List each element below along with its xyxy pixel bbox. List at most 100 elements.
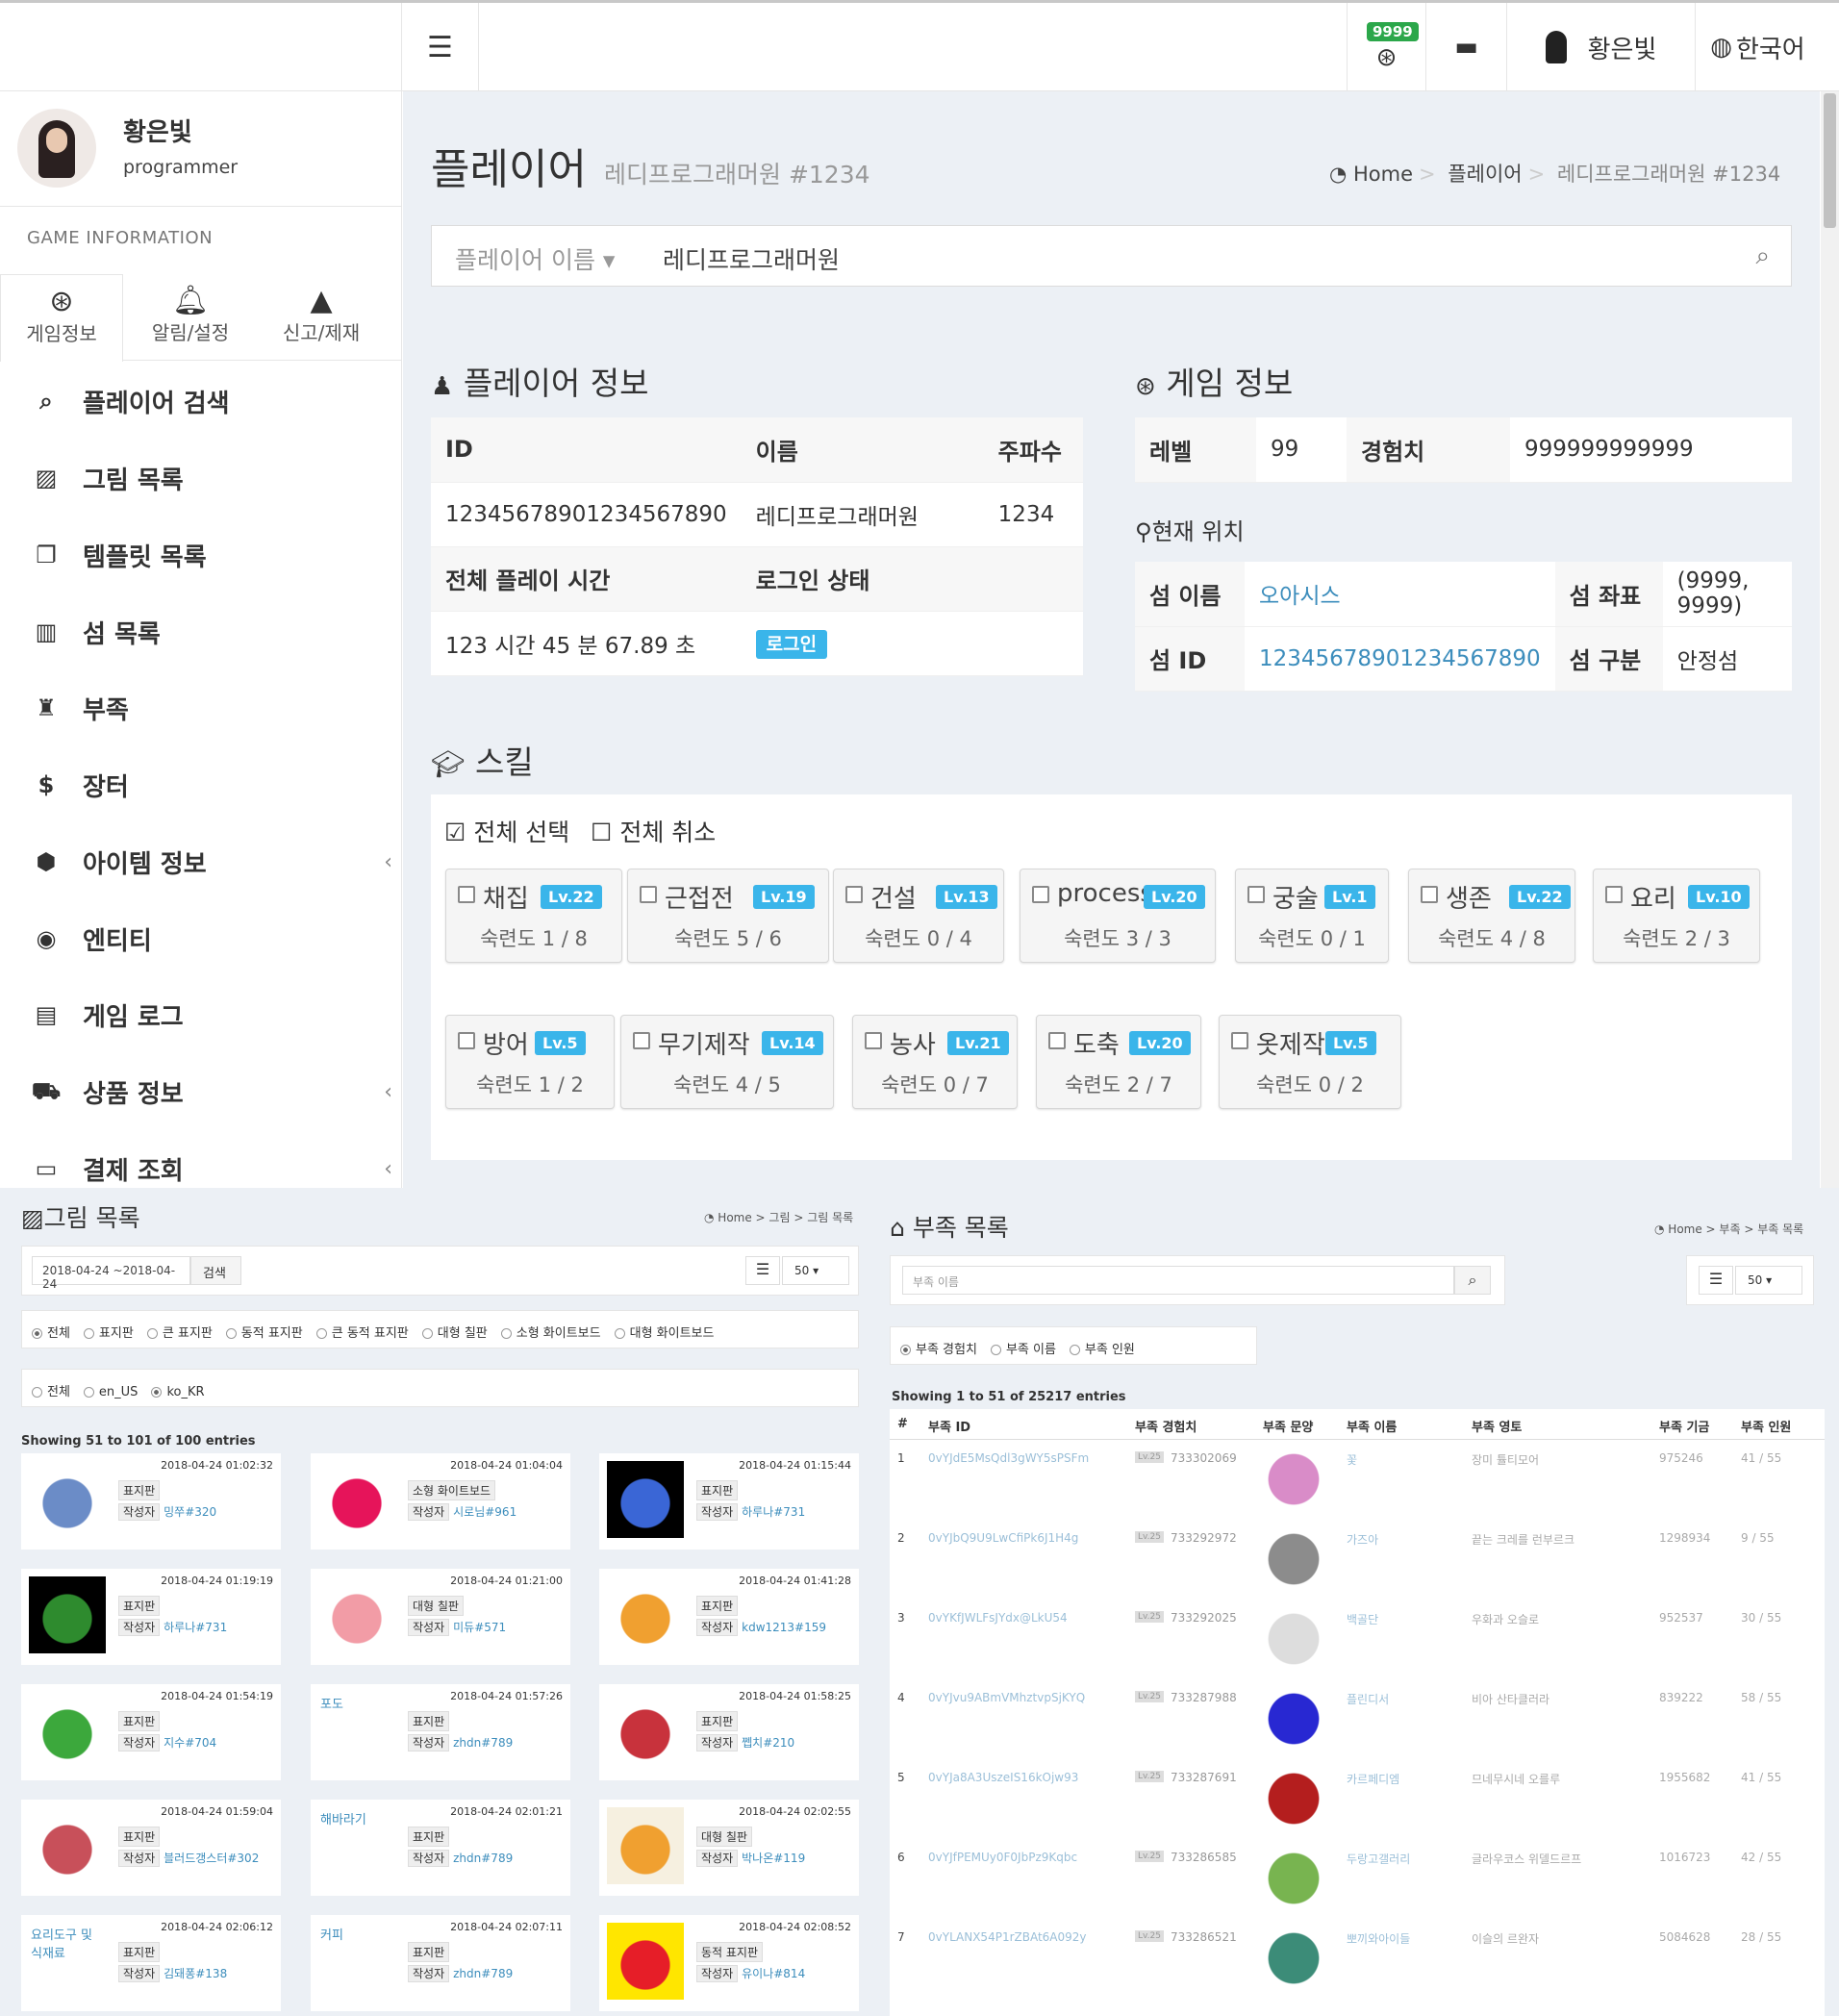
- tribe-name-link[interactable]: 두랑고갤러리: [1347, 1851, 1410, 1867]
- radio-button[interactable]: [83, 1387, 94, 1398]
- tribe-name-link[interactable]: 꽃: [1347, 1451, 1357, 1468]
- tribe-id-link[interactable]: 0vYJvu9ABmVMhztvpSjKYQ: [928, 1691, 1085, 1704]
- skill-checkbox[interactable]: [865, 1032, 882, 1049]
- drawing-title[interactable]: 요리도구 및 식재료: [31, 1925, 108, 1961]
- skill-card-8[interactable]: 무기제작 Lv.14 숙련도 4 / 5: [620, 1015, 834, 1109]
- radio-option[interactable]: 부족 이름: [983, 1343, 1056, 1357]
- list-view-icon[interactable]: ☰: [745, 1256, 780, 1285]
- tribe-col-header[interactable]: 부족 문양: [1263, 1417, 1313, 1435]
- tribe-id-link[interactable]: 0vYJdE5MsQdl3gWY5sPSFm: [928, 1451, 1089, 1465]
- select-all-button[interactable]: ☑ 전체 선택: [444, 814, 569, 848]
- skill-card-7[interactable]: 방어 Lv.5 숙련도 1 / 2: [445, 1015, 615, 1109]
- scrollbar-thumb[interactable]: [1824, 93, 1836, 228]
- drawing-card[interactable]: 커피 2018-04-24 02:07:11 표지판 작성자 zhdn#789: [311, 1915, 570, 2011]
- drawing-author-link[interactable]: 지수#704: [164, 1736, 216, 1750]
- search-icon[interactable]: ⌕: [1755, 241, 1770, 271]
- tribe-name-link[interactable]: 카르페디엠: [1347, 1771, 1399, 1787]
- date-range-input[interactable]: 2018-04-24 ~2018-04-24: [32, 1256, 190, 1291]
- search-input[interactable]: 레디프로그래머원: [663, 241, 840, 276]
- tribe-name-link[interactable]: 플린디서: [1347, 1691, 1389, 1707]
- page-size-select[interactable]: 50 ▾: [782, 1256, 849, 1285]
- drawing-card[interactable]: 해바라기 2018-04-24 02:01:21 표지판 작성자 zhdn#789: [311, 1800, 570, 1896]
- drawing-card[interactable]: 2018-04-24 01:04:04 소형 화이트보드 작성자 시로님#961: [311, 1453, 570, 1550]
- drawing-thumbnail[interactable]: [318, 1461, 395, 1538]
- radio-option[interactable]: ko_KR: [143, 1385, 205, 1399]
- radio-button[interactable]: [32, 1328, 42, 1339]
- skill-checkbox[interactable]: [1421, 886, 1438, 903]
- sidebar-item-drawings[interactable]: ▨ 그림 목록: [0, 440, 402, 517]
- tribe-col-header[interactable]: #: [897, 1417, 908, 1431]
- drawing-author-link[interactable]: 쩹치#210: [742, 1736, 794, 1750]
- sidebar-item-entities[interactable]: ◉ 엔티티: [0, 900, 402, 977]
- tribe-col-header[interactable]: 부족 이름: [1347, 1417, 1397, 1435]
- drawing-author-link[interactable]: zhdn#789: [453, 1852, 513, 1865]
- island-id-link[interactable]: 12345678901234567890: [1259, 646, 1541, 671]
- tribe-row[interactable]: 4 0vYJvu9ABmVMhztvpSjKYQ Lv.25 733287988 플린디…: [890, 1679, 1823, 1758]
- drawing-thumbnail[interactable]: [607, 1923, 684, 2000]
- tribe-col-header[interactable]: 부족 ID: [928, 1417, 970, 1435]
- radio-button[interactable]: [32, 1387, 42, 1398]
- radio-button[interactable]: [151, 1387, 163, 1398]
- drawing-card[interactable]: 2018-04-24 02:08:52 동적 표지판 작성자 유이나#814: [599, 1915, 859, 2011]
- radio-option[interactable]: 동적 표지판: [218, 1326, 303, 1341]
- tribe-row[interactable]: 2 0vYJbQ9U9LwCfiPk6J1H4g Lv.25 733292972 가즈아…: [890, 1520, 1823, 1599]
- drawing-thumbnail[interactable]: [29, 1461, 106, 1538]
- skill-card-10[interactable]: 도축 Lv.20 숙련도 2 / 7: [1036, 1015, 1201, 1109]
- tribe-name-link[interactable]: 백골단: [1347, 1611, 1378, 1627]
- skill-checkbox[interactable]: [1247, 886, 1265, 903]
- tribe-row[interactable]: 6 0vYJfPEMUy0F0JbPz9Kqbc Lv.25 733286585 두랑고…: [890, 1839, 1823, 1918]
- drawing-title[interactable]: 커피: [320, 1925, 397, 1943]
- radio-option[interactable]: 큰 표지판: [139, 1326, 213, 1341]
- tribe-col-header[interactable]: 부족 경험치: [1135, 1417, 1197, 1435]
- drawing-thumbnail[interactable]: [29, 1807, 106, 1884]
- drawing-thumbnail[interactable]: [607, 1807, 684, 1884]
- sidebar-item-market[interactable]: $ 장터: [0, 746, 402, 823]
- radio-option[interactable]: 표지판: [76, 1326, 134, 1341]
- tribe-name-link[interactable]: 가즈아: [1347, 1531, 1378, 1548]
- drawing-author-link[interactable]: 김돼퐁#138: [164, 1967, 227, 1980]
- breadcrumb-player[interactable]: 플레이어: [1448, 163, 1522, 186]
- tab-report-sanction[interactable]: ▲ 신고/제재: [260, 274, 383, 361]
- radio-option[interactable]: 전체: [24, 1385, 70, 1399]
- radio-option[interactable]: 부족 경험치: [893, 1343, 977, 1357]
- radio-button[interactable]: [990, 1345, 1001, 1355]
- radio-button[interactable]: [1069, 1345, 1080, 1355]
- skill-card-0[interactable]: 채집 Lv.22 숙련도 1 / 8: [445, 869, 622, 963]
- drawing-title[interactable]: 포도: [320, 1694, 397, 1712]
- radio-option[interactable]: 큰 동적 표지판: [309, 1326, 409, 1341]
- sidebar-item-islands[interactable]: ▥ 섬 목록: [0, 593, 402, 670]
- inbox-button[interactable]: ▬: [1425, 3, 1506, 91]
- drawing-card[interactable]: 2018-04-24 01:21:00 대형 칠판 작성자 미듀#571: [311, 1569, 570, 1665]
- tribe-row[interactable]: 5 0vYJa8A3UszeIS16kOjw93 Lv.25 733287691 카르페…: [890, 1759, 1823, 1838]
- drawing-author-link[interactable]: zhdn#789: [453, 1736, 513, 1750]
- tribe-col-header[interactable]: 부족 영토: [1472, 1417, 1522, 1435]
- drawing-thumbnail[interactable]: [29, 1692, 106, 1769]
- search-type-select[interactable]: 플레이어 이름 ▾: [455, 241, 615, 276]
- drawing-author-link[interactable]: zhdn#789: [453, 1967, 513, 1980]
- drawing-author-link[interactable]: 블러드갱스터#302: [164, 1852, 259, 1865]
- sidebar-item-game-log[interactable]: ▤ 게임 로그: [0, 976, 402, 1053]
- skill-card-6[interactable]: 요리 Lv.10 숙련도 2 / 3: [1593, 869, 1760, 963]
- skill-card-4[interactable]: 궁술 Lv.1 숙련도 0 / 1: [1235, 869, 1389, 963]
- skill-checkbox[interactable]: [845, 886, 863, 903]
- sidebar-item-templates[interactable]: ❐ 템플릿 목록: [0, 517, 402, 593]
- tab-game-info[interactable]: ⊛ 게임정보: [0, 274, 123, 362]
- radio-button[interactable]: [614, 1328, 625, 1339]
- drawing-thumbnail[interactable]: [29, 1576, 106, 1653]
- drawing-card[interactable]: 2018-04-24 01:59:04 표지판 작성자 블러드갱스터#302: [21, 1800, 281, 1896]
- tribe-id-link[interactable]: 0vYKfJWLFsJYdx@LkU54: [928, 1611, 1068, 1625]
- skill-checkbox[interactable]: [458, 886, 475, 903]
- drawing-thumbnail[interactable]: [607, 1692, 684, 1769]
- drawing-author-link[interactable]: 시로님#961: [453, 1505, 516, 1519]
- skill-checkbox[interactable]: [1048, 1032, 1066, 1049]
- tribe-row[interactable]: 3 0vYKfJWLFsJYdx@LkU54 Lv.25 733292025 백골단 우화…: [890, 1600, 1823, 1678]
- radio-option[interactable]: 부족 인원: [1062, 1343, 1135, 1357]
- coins-button[interactable]: 9999 ⊛: [1347, 3, 1425, 91]
- drawing-author-link[interactable]: 미듀#571: [453, 1621, 506, 1634]
- skill-card-5[interactable]: 생존 Lv.22 숙련도 4 / 8: [1408, 869, 1575, 963]
- tribe-row[interactable]: 1 0vYJdE5MsQdl3gWY5sPSFm Lv.25 733302069 꽃 장미…: [890, 1440, 1823, 1519]
- breadcrumb-home[interactable]: Home: [1353, 163, 1413, 186]
- radio-option[interactable]: en_US: [76, 1385, 138, 1399]
- menu-toggle-button[interactable]: ☰: [402, 3, 479, 91]
- drawing-author-link[interactable]: 밍쭈#320: [164, 1505, 216, 1519]
